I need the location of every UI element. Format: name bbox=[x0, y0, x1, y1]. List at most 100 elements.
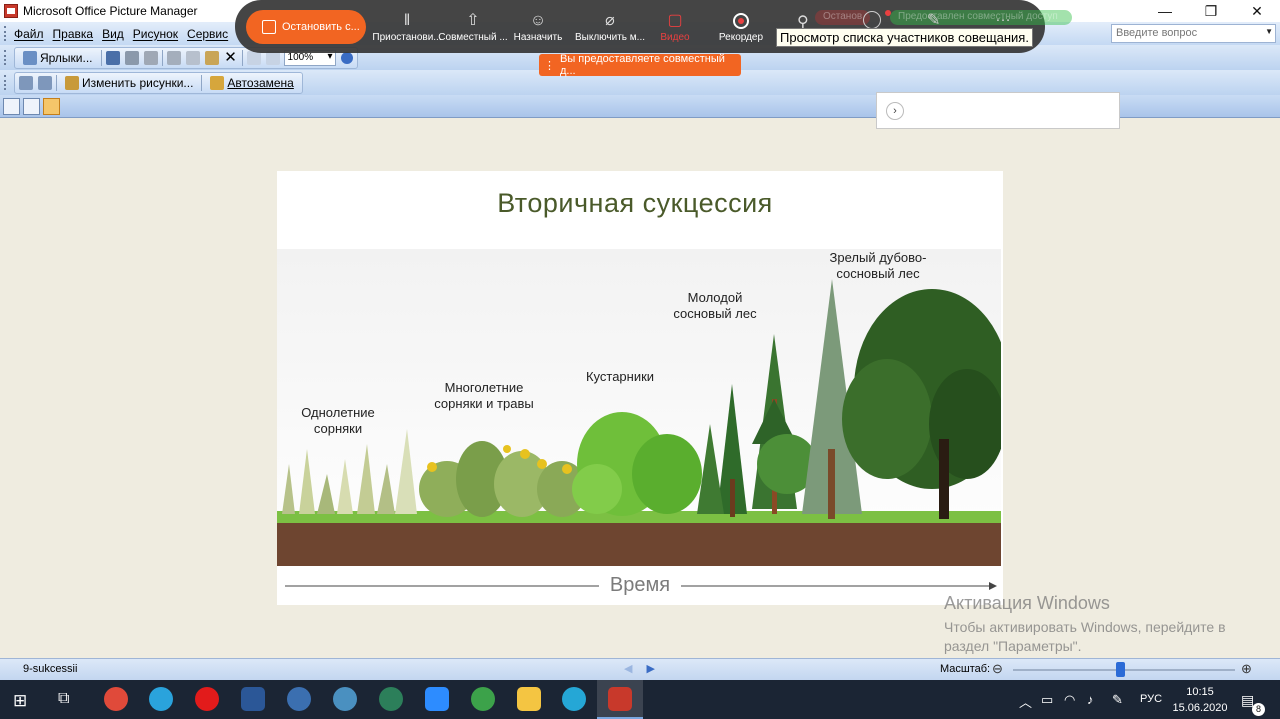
windows-taskbar: ⊞ ⧉ ︿ ▭ ◠ ♪ ✎ РУС 10:15 15.06.2020 ▤ 8 bbox=[0, 680, 1280, 719]
minimize-button[interactable]: — bbox=[1142, 0, 1188, 22]
zoom-app-icon[interactable] bbox=[425, 687, 449, 711]
record-icon bbox=[733, 13, 749, 29]
menu-view[interactable]: Вид bbox=[102, 27, 124, 41]
stop-badge: Останов bbox=[815, 10, 871, 25]
globe-pin-app-icon[interactable] bbox=[379, 687, 403, 711]
show-hidden-icons-icon[interactable]: ︿ bbox=[1019, 692, 1032, 711]
zoom-out-icon[interactable]: ⊖ bbox=[992, 661, 1003, 677]
stage-label-shrubs-line1: Кустарники bbox=[585, 369, 655, 384]
network-icon[interactable]: ◠ bbox=[1064, 692, 1075, 708]
restore-button[interactable]: ❐ bbox=[1188, 0, 1234, 22]
clock-date: 15.06.2020 bbox=[1172, 702, 1228, 714]
record-icon-wrap bbox=[703, 10, 779, 32]
picture-manager-taskbar-icon[interactable] bbox=[608, 687, 632, 711]
menu-picture[interactable]: Рисунок bbox=[133, 27, 178, 41]
email-icon[interactable] bbox=[143, 50, 158, 65]
file-explorer-icon[interactable] bbox=[517, 687, 541, 711]
annotate-icon[interactable]: ✎ bbox=[927, 10, 940, 30]
volume-icon[interactable]: ♪ bbox=[1087, 692, 1094, 707]
autofix-button[interactable]: Автозамена bbox=[206, 75, 297, 90]
paste-icon[interactable] bbox=[204, 50, 219, 65]
time-label: Время bbox=[599, 574, 681, 597]
activation-line1: Чтобы активировать Windows, перейдите в bbox=[944, 619, 1226, 635]
ask-question-input[interactable]: Введите вопрос ▼ bbox=[1111, 24, 1276, 43]
clock-time: 10:15 bbox=[1186, 686, 1214, 698]
help-icon[interactable] bbox=[340, 51, 353, 64]
status-bar: 9-sukcessii ◀ ▶ Масштаб: ⊖ ⊕ bbox=[0, 658, 1280, 680]
toolbar-separator bbox=[201, 74, 203, 91]
stop-share-icon bbox=[262, 20, 276, 34]
word-icon[interactable] bbox=[241, 687, 265, 711]
copy-icon[interactable] bbox=[185, 50, 200, 65]
battery-icon[interactable]: ▭ bbox=[1041, 692, 1053, 708]
assign-icon: ☺ bbox=[529, 12, 547, 29]
thumbnails-view-icon[interactable] bbox=[3, 97, 20, 115]
notification-count-badge: 8 bbox=[1252, 703, 1265, 716]
close-button[interactable]: ✕ bbox=[1234, 0, 1280, 22]
clock[interactable]: 10:15 15.06.2020 bbox=[1170, 684, 1230, 716]
globe-app-icon[interactable] bbox=[287, 687, 311, 711]
video-off-icon: ▢ bbox=[667, 12, 683, 29]
toolbar-separator bbox=[161, 49, 163, 66]
sharing-badge: Предоставлен совместный доступ bbox=[890, 10, 1072, 25]
menu-file[interactable]: Файл bbox=[14, 27, 44, 41]
stop-share-button[interactable]: Остановить с... bbox=[246, 10, 366, 44]
ask-question-placeholder: Введите вопрос bbox=[1116, 27, 1198, 39]
window-title: Microsoft Office Picture Manager bbox=[23, 4, 198, 18]
next-picture-icon[interactable]: ▶ bbox=[646, 662, 654, 675]
toolbar-separator bbox=[56, 74, 57, 91]
edit-pictures-icon bbox=[65, 75, 79, 90]
single-picture-view-icon[interactable] bbox=[43, 97, 60, 115]
cut-icon[interactable] bbox=[166, 50, 181, 65]
rotate-right-icon[interactable] bbox=[38, 75, 52, 90]
edit-pictures-button[interactable]: Изменить рисунки... bbox=[61, 75, 197, 90]
picture-navigation: ◀ ▶ bbox=[624, 662, 655, 675]
video-button[interactable]: ▢ Видео bbox=[637, 10, 713, 43]
chrome-icon[interactable] bbox=[104, 687, 128, 711]
yandex-browser-icon[interactable] bbox=[195, 687, 219, 711]
stage-label-mature-forest-line1: Зрелый дубово- bbox=[829, 250, 927, 265]
pause-icon: ‖ bbox=[403, 12, 411, 29]
pause-share-button[interactable]: ‖ Приостанови... bbox=[369, 10, 445, 43]
menu-edit[interactable]: Правка bbox=[53, 27, 94, 41]
rotate-left-icon[interactable] bbox=[19, 75, 33, 90]
recorder-button[interactable]: Рекордер bbox=[703, 10, 779, 43]
more-icon[interactable]: … bbox=[995, 8, 1011, 26]
chevron-right-icon[interactable]: › bbox=[886, 102, 904, 120]
toolbar-grip[interactable] bbox=[4, 50, 8, 65]
previous-picture-icon[interactable]: ◀ bbox=[624, 662, 632, 675]
save-icon[interactable] bbox=[105, 50, 120, 65]
language-indicator[interactable]: РУС bbox=[1140, 693, 1162, 705]
pause-share-label: Приостанови... bbox=[372, 32, 442, 43]
drag-handle-icon[interactable]: ⋮ bbox=[544, 59, 555, 72]
print-icon[interactable] bbox=[124, 50, 139, 65]
picture-title: Вторичная сукцессия bbox=[497, 188, 773, 218]
assign-button[interactable]: ☺ Назначить bbox=[500, 10, 576, 43]
zoom-slider-thumb[interactable] bbox=[1115, 662, 1125, 677]
chat-icon[interactable] bbox=[863, 11, 881, 29]
task-view-icon[interactable]: ⧉ bbox=[58, 690, 69, 708]
windows-start-icon[interactable]: ⊞ bbox=[13, 691, 27, 711]
window-controls: — ❐ ✕ bbox=[1142, 0, 1280, 22]
picture-manager-app-icon bbox=[4, 4, 18, 18]
sharing-banner[interactable]: ⋮ Вы предоставляете совместный д... bbox=[539, 53, 741, 77]
zoom-in-icon[interactable]: ⊕ bbox=[1241, 661, 1252, 677]
shortcuts-button[interactable]: Ярлыки... bbox=[19, 50, 97, 65]
toolbar-grip[interactable] bbox=[4, 26, 8, 41]
menu-tools[interactable]: Сервис bbox=[187, 27, 228, 41]
pen-icon[interactable]: ✎ bbox=[1112, 692, 1123, 708]
telegram-icon[interactable] bbox=[149, 687, 173, 711]
stop-share-label: Остановить с... bbox=[282, 21, 360, 33]
browser-app-icon[interactable] bbox=[562, 687, 586, 711]
delete-icon[interactable]: ✕ bbox=[224, 50, 238, 65]
filmstrip-view-icon[interactable] bbox=[23, 97, 40, 115]
stage-label-annual-weeds-line1: Однолетние bbox=[301, 405, 375, 420]
stage-label-perennial-weeds-line1: Многолетние bbox=[444, 380, 524, 395]
magnifier-app-icon[interactable] bbox=[333, 687, 357, 711]
chevron-down-icon[interactable]: ▼ bbox=[1265, 27, 1273, 36]
earth-app-icon[interactable] bbox=[471, 687, 495, 711]
picture-toolbar-group: Изменить рисунки... Автозамена bbox=[14, 71, 303, 94]
toolbar-separator bbox=[241, 49, 243, 66]
toolbar-grip[interactable] bbox=[4, 75, 8, 90]
new-share-label: Совместный ... bbox=[438, 32, 508, 43]
